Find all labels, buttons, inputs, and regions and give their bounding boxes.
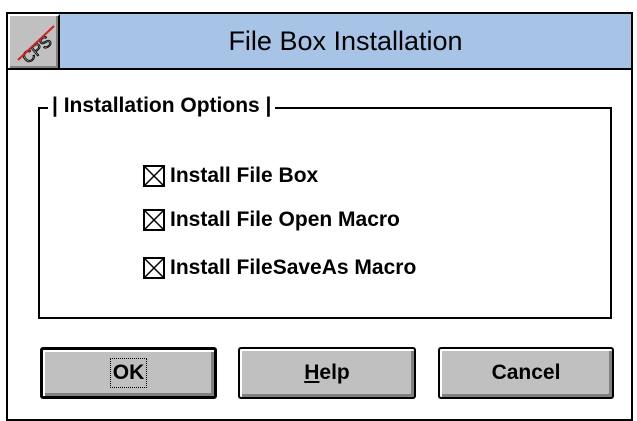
system-menu-button[interactable]: CPS bbox=[8, 14, 60, 68]
checkbox-checked-icon[interactable] bbox=[143, 257, 165, 279]
option-label: Install FileSaveAs Macro bbox=[170, 256, 417, 279]
help-button[interactable]: Help bbox=[238, 347, 416, 399]
ok-button[interactable]: OK bbox=[40, 347, 217, 399]
group-label: | Installation Options | bbox=[48, 92, 276, 120]
cancel-button-label: Cancel bbox=[491, 361, 561, 384]
install-filesaveas-macro-checkbox[interactable]: Install FileSaveAs Macro bbox=[143, 254, 416, 282]
checkbox-checked-icon[interactable] bbox=[143, 165, 165, 187]
cancel-button[interactable]: Cancel bbox=[438, 347, 614, 399]
help-button-label: Help bbox=[304, 361, 350, 385]
ok-button-label: OK bbox=[109, 358, 148, 388]
checkbox-checked-icon[interactable] bbox=[143, 209, 165, 231]
cps-logo-icon: CPS bbox=[17, 25, 56, 64]
option-label: Install File Box bbox=[170, 164, 319, 187]
window-title: File Box Installation bbox=[228, 26, 463, 56]
install-file-box-checkbox[interactable]: Install File Box bbox=[143, 162, 318, 190]
install-file-open-macro-checkbox[interactable]: Install File Open Macro bbox=[143, 206, 400, 234]
help-label-rest: elp bbox=[319, 361, 350, 384]
dialog-window: CPS File Box Installation | Installation… bbox=[6, 12, 633, 421]
title-bar[interactable]: CPS File Box Installation bbox=[8, 14, 631, 70]
option-label: Install File Open Macro bbox=[170, 208, 400, 231]
svg-text:CPS: CPS bbox=[19, 33, 55, 64]
help-accelerator: H bbox=[304, 361, 320, 384]
